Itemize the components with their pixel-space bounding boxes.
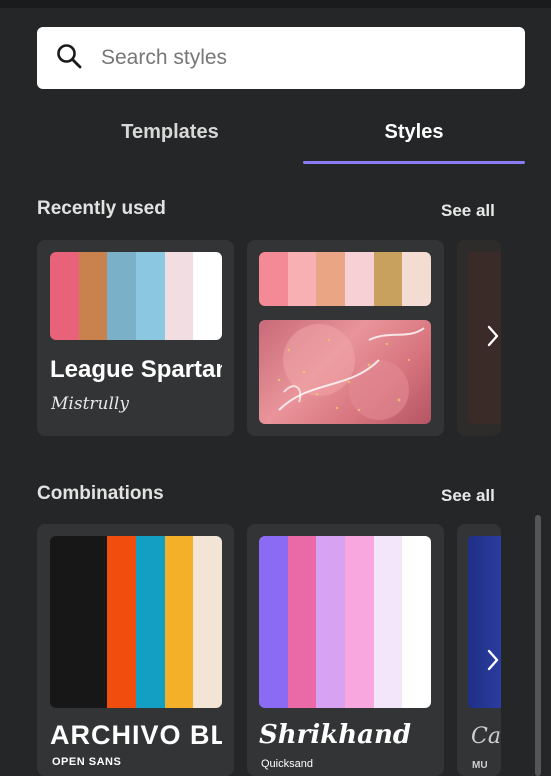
- color-swatch: [345, 252, 374, 306]
- recently-used-title: Recently used: [37, 198, 166, 219]
- color-swatch: [193, 536, 222, 708]
- top-bar: [0, 0, 551, 8]
- subtitle-font-sample: OPEN SANS: [52, 756, 122, 768]
- chevron-right-icon: [486, 324, 500, 353]
- color-swatch: [107, 252, 137, 340]
- color-swatch: [373, 536, 403, 708]
- combinations-next-arrow-button[interactable]: [476, 634, 510, 690]
- color-swatch: [259, 536, 288, 708]
- tab-styles[interactable]: Styles: [303, 100, 525, 164]
- active-tab-indicator: [303, 161, 525, 164]
- search-icon: [55, 42, 83, 75]
- color-swatch: [164, 536, 194, 708]
- color-swatch: [402, 252, 431, 306]
- search-box[interactable]: [37, 27, 525, 89]
- recently-used-see-all-link[interactable]: See all: [441, 201, 495, 221]
- color-swatch: [373, 252, 403, 306]
- color-swatch: [50, 536, 79, 708]
- color-swatch: [78, 536, 108, 708]
- color-swatch: [287, 536, 317, 708]
- recent-next-arrow-button[interactable]: [476, 310, 510, 366]
- combinations-title: Combinations: [37, 483, 164, 504]
- color-swatch: [164, 252, 194, 340]
- color-swatch: [136, 252, 165, 340]
- color-swatch: [402, 536, 431, 708]
- color-swatch: [193, 252, 222, 340]
- heading-font-sample: League Spartan: [50, 356, 222, 383]
- color-swatch: [78, 252, 108, 340]
- subtitle-font-sample: MU: [472, 760, 488, 771]
- heading-font-sample: Ca: [471, 724, 501, 749]
- color-swatch: [50, 252, 79, 340]
- color-palette: [50, 252, 222, 340]
- chevron-right-icon: [486, 648, 500, 677]
- recent-style-card-2[interactable]: [247, 240, 444, 436]
- texture-image: [259, 320, 431, 424]
- combination-card-2[interactable]: Shrikhand Quicksand: [247, 524, 444, 776]
- color-swatch: [136, 536, 165, 708]
- heading-font-sample: Shrikhand: [259, 720, 412, 750]
- color-palette: [259, 536, 431, 708]
- color-swatch: [287, 252, 317, 306]
- color-swatch: [316, 536, 346, 708]
- subtitle-font-sample: Quicksand: [261, 758, 313, 770]
- heading-font-sample: ARCHIVO BLACK: [50, 720, 222, 750]
- scrollbar-thumb[interactable]: [535, 515, 541, 776]
- color-swatch: [107, 536, 137, 708]
- subtitle-font-sample: Mistrully: [51, 394, 129, 414]
- combinations-see-all-link[interactable]: See all: [441, 486, 495, 506]
- color-palette: [50, 536, 222, 708]
- color-swatch: [259, 252, 288, 306]
- tab-bar: Templates Styles: [37, 100, 525, 166]
- color-palette: [259, 252, 431, 306]
- color-swatch: [316, 252, 346, 306]
- tab-templates[interactable]: Templates: [37, 100, 303, 164]
- combination-card-1[interactable]: ARCHIVO BLACK OPEN SANS: [37, 524, 234, 776]
- recent-style-card-1[interactable]: League Spartan Mistrully: [37, 240, 234, 436]
- color-swatch: [345, 536, 374, 708]
- search-input[interactable]: [99, 45, 483, 71]
